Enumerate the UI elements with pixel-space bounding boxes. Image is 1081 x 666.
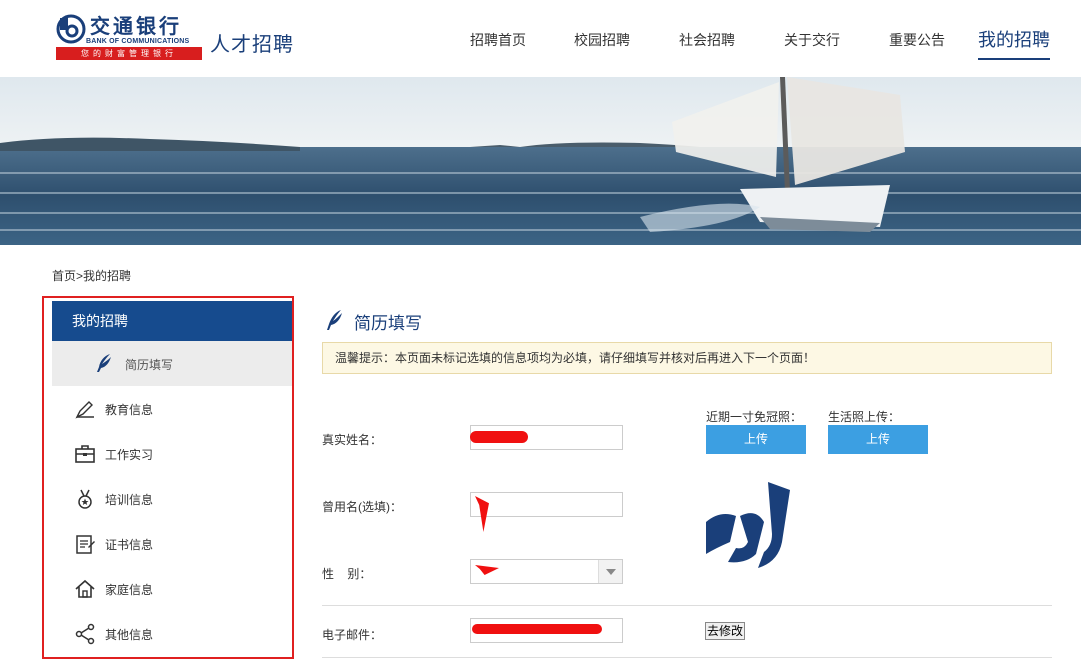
certificate-icon xyxy=(76,535,95,554)
sidebar: 我的招聘 简历填写 教育信息 工作实习 培训信息 证书信息 家庭信息 其他信息 xyxy=(52,301,292,656)
nav-social-recruit[interactable]: 社会招聘 xyxy=(679,30,735,50)
logo-english-name: BANK OF COMMUNICATIONS xyxy=(86,38,190,45)
life-photo-label: 生活照上传： xyxy=(828,410,901,424)
sidebar-head-my-recruit[interactable]: 我的招聘 xyxy=(52,301,292,341)
divider xyxy=(322,605,1052,606)
sidebar-item-family[interactable]: 家庭信息 xyxy=(52,566,292,611)
breadcrumb[interactable]: 首页>我的招聘 xyxy=(52,267,131,284)
sidebar-item-education[interactable]: 教育信息 xyxy=(52,386,292,431)
site-header: 交通银行 BANK OF COMMUNICATIONS 您的财富管理银行 人才招… xyxy=(0,0,1081,76)
sidebar-item-resume[interactable]: 简历填写 xyxy=(52,341,292,386)
upload-life-photo-button[interactable]: 上传 xyxy=(828,425,928,454)
sidebar-item-label: 证书信息 xyxy=(105,538,154,552)
former-name-label: 曾用名(选填)： xyxy=(322,500,402,514)
bank-logo[interactable]: 交通银行 BANK OF COMMUNICATIONS 您的财富管理银行 xyxy=(56,14,206,62)
nav-about-bank[interactable]: 关于交行 xyxy=(784,30,840,50)
nav-campus-recruit[interactable]: 校园招聘 xyxy=(574,30,630,50)
modify-email-button[interactable]: 去修改 xyxy=(705,622,745,640)
nav-announcements[interactable]: 重要公告 xyxy=(889,30,945,50)
sidebar-item-label: 培训信息 xyxy=(105,493,154,507)
sidebar-item-training[interactable]: 培训信息 xyxy=(52,476,292,521)
id-photo-preview xyxy=(706,482,792,568)
sidebar-item-certificate[interactable]: 证书信息 xyxy=(52,521,292,566)
email-label: 电子邮件： xyxy=(322,628,383,642)
logo-chinese-name: 交通银行 xyxy=(90,14,182,38)
sidebar-item-work[interactable]: 工作实习 xyxy=(52,431,292,476)
page-title: 简历填写 xyxy=(354,314,422,333)
gender-select[interactable] xyxy=(470,559,623,584)
redaction-mark xyxy=(472,624,602,634)
sidebar-item-label: 其他信息 xyxy=(105,628,154,642)
hero-banner xyxy=(0,77,1081,245)
real-name-label: 真实姓名： xyxy=(322,433,383,447)
quill-icon xyxy=(327,310,342,330)
sidebar-item-other[interactable]: 其他信息 xyxy=(52,611,292,656)
medal-icon xyxy=(78,489,92,509)
upload-id-photo-button[interactable]: 上传 xyxy=(706,425,806,454)
sidebar-item-label: 教育信息 xyxy=(105,403,154,417)
photo-placeholder-image xyxy=(706,482,792,568)
sidebar-item-label: 家庭信息 xyxy=(105,583,154,597)
sidebar-item-label: 简历填写 xyxy=(125,358,174,372)
site-title: 人才招聘 xyxy=(210,34,294,56)
sailboat-banner-image xyxy=(0,77,1081,245)
bank-logo-icon xyxy=(56,14,86,44)
share-icon xyxy=(75,623,95,645)
sidebar-item-label: 工作实习 xyxy=(105,448,154,462)
notice-banner: 温馨提示：本页面未标记选填的信息项均为必填，请仔细填写并核对后再进入下一个页面！ xyxy=(322,342,1052,374)
briefcase-icon xyxy=(75,445,95,463)
former-name-input[interactable] xyxy=(470,492,623,517)
logo-slogan: 您的财富管理银行 xyxy=(56,47,202,60)
quill-icon xyxy=(97,354,111,372)
pen-icon xyxy=(75,401,94,419)
chevron-down-icon[interactable] xyxy=(598,560,622,583)
redaction-mark xyxy=(470,431,528,443)
home-icon xyxy=(75,579,95,598)
id-photo-label: 近期一寸免冠照： xyxy=(706,410,803,424)
divider xyxy=(322,657,1052,658)
gender-label: 性 别： xyxy=(322,567,372,581)
nav-my-recruit[interactable]: 我的招聘 xyxy=(978,26,1050,60)
nav-recruit-home[interactable]: 招聘首页 xyxy=(470,30,526,50)
